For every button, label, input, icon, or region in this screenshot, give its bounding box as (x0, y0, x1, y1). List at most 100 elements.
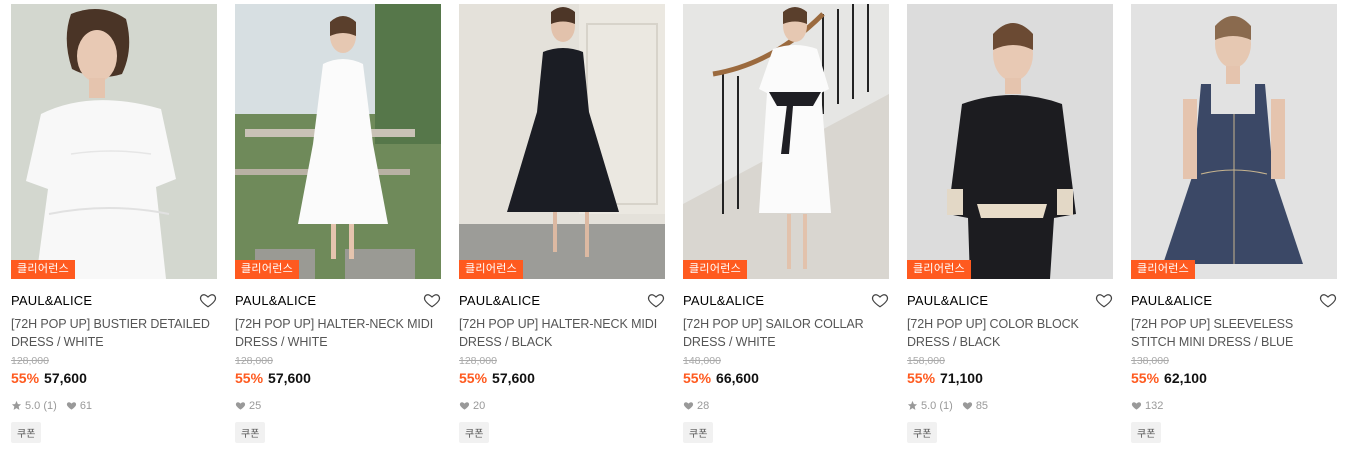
product-image[interactable]: 클리어런스 (907, 4, 1113, 279)
product-image[interactable]: 클리어런스 (1131, 4, 1337, 279)
price-row: 55% 57,600 (11, 370, 217, 390)
star-icon (907, 400, 918, 410)
discount-rate: 55% (11, 370, 40, 386)
product-name[interactable]: [72H POP UP] SLEEVELESS STITCH MINI DRES… (1131, 315, 1337, 351)
product-name[interactable]: [72H POP UP] HALTER-NECK MIDI DRESS / BL… (459, 315, 665, 351)
likes-group: 85 (962, 400, 988, 412)
coupon-tag[interactable]: 쿠폰 (1131, 422, 1162, 443)
brand-name[interactable]: PAUL&ALICE (459, 293, 540, 308)
brand-name[interactable]: PAUL&ALICE (1131, 293, 1212, 308)
original-price: 138,000 (1131, 355, 1169, 367)
brand-name[interactable]: PAUL&ALICE (907, 293, 988, 308)
product-grid: 클리어런스 PAUL&ALICE [72H POP UP] BUSTIER DE… (11, 4, 1337, 443)
likes-count: 20 (473, 399, 486, 412)
review-count: (1) (939, 399, 953, 412)
heart-outline-icon[interactable] (199, 291, 217, 309)
likes-group: 28 (683, 400, 709, 412)
sale-price: 71,100 (940, 370, 983, 386)
likes-count: 85 (975, 399, 989, 412)
heart-filled-icon (1131, 402, 1142, 410)
product-stats: 5.0 (1) 61 (11, 398, 217, 413)
product-name[interactable]: [72H POP UP] HALTER-NECK MIDI DRESS / WH… (235, 315, 441, 351)
price-row: 55% 62,100 (1131, 370, 1337, 390)
product-name[interactable]: [72H POP UP] BUSTIER DETAILED DRESS / WH… (11, 315, 217, 351)
clearance-badge: 클리어런스 (907, 260, 972, 279)
sale-price: 57,600 (492, 370, 535, 386)
sale-price: 57,600 (44, 370, 87, 386)
heart-filled-icon (459, 402, 470, 410)
star-icon (11, 400, 22, 410)
coupon-tag[interactable]: 쿠폰 (459, 422, 490, 443)
likes-count: 61 (79, 399, 93, 412)
product-card[interactable]: 클리어런스 PAUL&ALICE [72H POP UP] COLOR BLOC… (907, 4, 1113, 443)
heart-filled-icon (66, 402, 76, 410)
clearance-badge: 클리어런스 (459, 260, 524, 279)
product-card[interactable]: 클리어런스 PAUL&ALICE [72H POP UP] SAILOR COL… (683, 4, 889, 443)
product-photo (907, 4, 1113, 279)
clearance-badge: 클리어런스 (235, 260, 300, 279)
likes-count: 28 (697, 399, 710, 412)
heart-filled-icon (683, 402, 694, 410)
original-price: 148,000 (683, 355, 721, 367)
product-card[interactable]: 클리어런스 PAUL&ALICE [72H POP UP] HALTER-NEC… (459, 4, 665, 443)
brand-name[interactable]: PAUL&ALICE (235, 293, 316, 308)
price-row: 55% 57,600 (235, 370, 441, 390)
brand-name[interactable]: PAUL&ALICE (11, 293, 92, 308)
product-image[interactable]: 클리어런스 (11, 4, 217, 279)
likes-group: 132 (1131, 400, 1163, 412)
original-price: 128,000 (235, 355, 273, 367)
product-image[interactable]: 클리어런스 (459, 4, 665, 279)
rating-group: 5.0 (1) (11, 400, 57, 412)
clearance-badge: 클리어런스 (1131, 260, 1196, 279)
heart-outline-icon[interactable] (1319, 291, 1337, 309)
product-card[interactable]: 클리어런스 PAUL&ALICE [72H POP UP] BUSTIER DE… (11, 4, 217, 443)
product-photo (1131, 4, 1337, 279)
coupon-tag[interactable]: 쿠폰 (683, 422, 714, 443)
product-photo (11, 4, 217, 279)
likes-count: 25 (249, 399, 262, 412)
product-stats: 28 (683, 398, 889, 413)
clearance-badge: 클리어런스 (683, 260, 748, 279)
product-stats: 5.0 (1) 85 (907, 398, 1113, 413)
price-row: 55% 71,100 (907, 370, 1113, 390)
rating-value: 5.0 (25, 399, 41, 412)
heart-outline-icon[interactable] (871, 291, 889, 309)
heart-outline-icon[interactable] (647, 291, 665, 309)
discount-rate: 55% (683, 370, 712, 386)
original-price: 128,000 (459, 355, 497, 367)
product-name[interactable]: [72H POP UP] SAILOR COLLAR DRESS / WHITE (683, 315, 889, 351)
price-row: 55% 57,600 (459, 370, 665, 390)
review-count: (1) (43, 399, 57, 412)
product-card[interactable]: 클리어런스 PAUL&ALICE [72H POP UP] HALTER-NEC… (235, 4, 441, 443)
rating-group: 5.0 (1) (907, 400, 953, 412)
product-name[interactable]: [72H POP UP] COLOR BLOCK DRESS / BLACK (907, 315, 1113, 351)
coupon-tag[interactable]: 쿠폰 (907, 422, 938, 443)
sale-price: 57,600 (268, 370, 311, 386)
product-stats: 20 (459, 398, 665, 413)
heart-outline-icon[interactable] (423, 291, 441, 309)
likes-count: 132 (1145, 399, 1164, 412)
original-price: 128,000 (11, 355, 49, 367)
heart-filled-icon (235, 402, 246, 410)
product-card[interactable]: 클리어런스 PAUL&ALICE [72H POP UP] SLEEVELESS… (1131, 4, 1337, 443)
discount-rate: 55% (1131, 370, 1160, 386)
heart-filled-icon (962, 402, 972, 410)
heart-outline-icon[interactable] (1095, 291, 1113, 309)
likes-group: 20 (459, 400, 485, 412)
brand-name[interactable]: PAUL&ALICE (683, 293, 764, 308)
rating-value: 5.0 (921, 399, 937, 412)
coupon-tag[interactable]: 쿠폰 (11, 422, 42, 443)
sale-price: 62,100 (1164, 370, 1207, 386)
likes-group: 61 (66, 400, 92, 412)
discount-rate: 55% (459, 370, 488, 386)
likes-group: 25 (235, 400, 261, 412)
product-photo (459, 4, 665, 279)
product-photo (235, 4, 441, 279)
sale-price: 66,600 (716, 370, 759, 386)
discount-rate: 55% (907, 370, 936, 386)
price-row: 55% 66,600 (683, 370, 889, 390)
coupon-tag[interactable]: 쿠폰 (235, 422, 266, 443)
product-image[interactable]: 클리어런스 (683, 4, 889, 279)
product-image[interactable]: 클리어런스 (235, 4, 441, 279)
product-photo (683, 4, 889, 279)
